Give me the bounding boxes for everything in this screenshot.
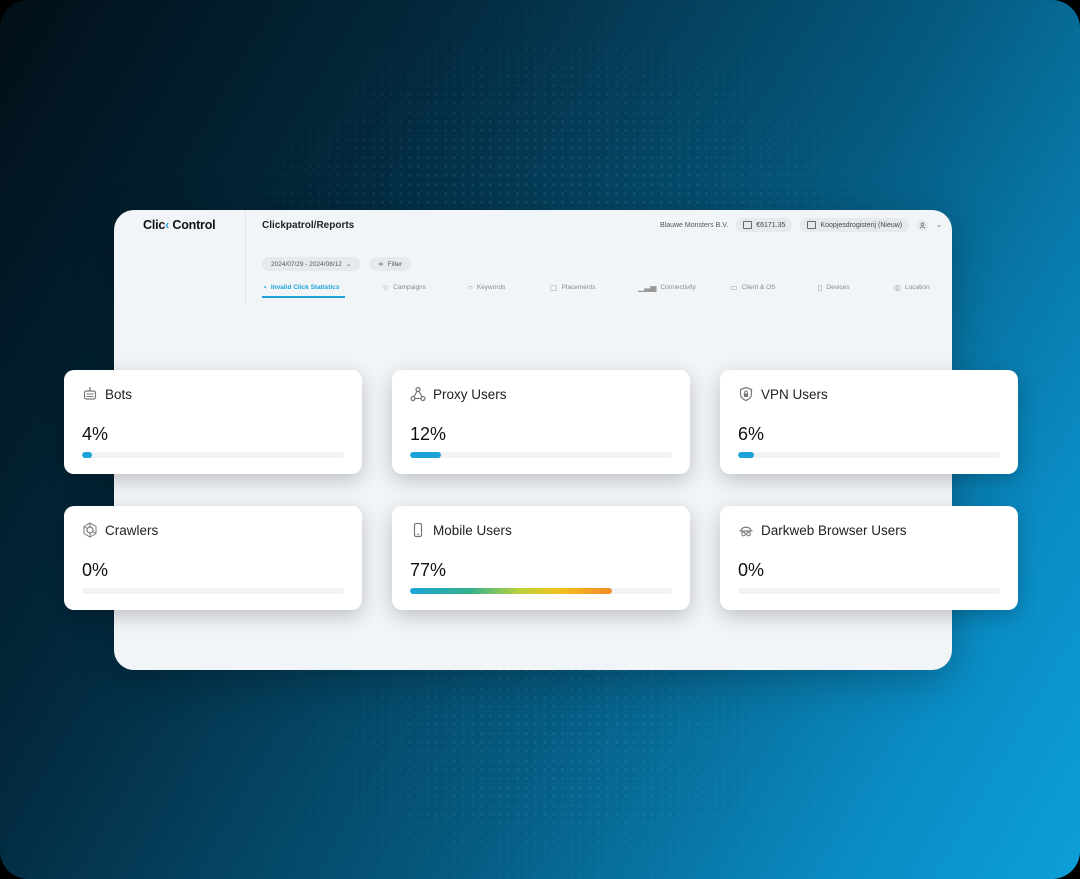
- lock-icon: [738, 386, 754, 402]
- progress-fill: [738, 452, 754, 458]
- card-value: 6%: [738, 424, 765, 444]
- campaign-icon: ☆: [382, 283, 390, 292]
- logo-left: Clic: [143, 218, 166, 232]
- mobile-icon: [410, 522, 426, 538]
- progress-track: [82, 588, 344, 594]
- chevron-down-icon: ⌄: [345, 261, 352, 268]
- tab-label: Campaigns: [393, 284, 427, 291]
- card-title: Crawlers: [105, 522, 159, 538]
- progress-track: [738, 588, 1000, 594]
- filter-button[interactable]: ≑ Filter: [369, 257, 412, 271]
- logo[interactable]: Clic‹ Control: [143, 218, 216, 232]
- tab-client-os[interactable]: ▭ Client & OS: [730, 283, 776, 292]
- filter-icon: ≑: [378, 261, 384, 268]
- date-range-picker[interactable]: 2024/07/29 - 2024/08/12 ⌄: [262, 257, 361, 271]
- chevron-down-icon[interactable]: ⌄: [936, 221, 942, 229]
- sidebar: Clic‹ Control: [114, 210, 246, 305]
- stat-card-darkweb-browser-users[interactable]: Darkweb Browser Users 0%: [720, 506, 1018, 610]
- card-header: Crawlers: [82, 522, 158, 538]
- device-icon: ▯: [818, 283, 823, 292]
- page-title: Clickpatrol/Reports: [262, 220, 355, 231]
- stat-card-mobile-users[interactable]: Mobile Users 77%: [392, 506, 690, 610]
- card-value: 77%: [410, 560, 447, 580]
- active-tab-underline: [262, 296, 345, 298]
- logo-right: Control: [172, 218, 216, 232]
- card-title: Bots: [105, 386, 133, 402]
- placement-icon: ▢: [550, 283, 558, 292]
- card-title: Mobile Users: [433, 522, 512, 538]
- pie-icon: ◔: [262, 283, 267, 292]
- account-name: Koopjesdrogisterij (Nieuw): [820, 221, 903, 229]
- tab-location[interactable]: ◎ Location: [894, 283, 930, 292]
- pin-icon: ◎: [894, 283, 901, 292]
- filters-row: 2024/07/29 - 2024/08/12 ⌄ ≑ Filter: [262, 257, 412, 271]
- card-header: Proxy Users: [410, 386, 507, 402]
- tab-label: Invalid Click Statistics: [270, 284, 340, 291]
- tab-placements[interactable]: ▢ Placements: [550, 283, 596, 292]
- signal-icon: ▁▃▅: [638, 283, 657, 292]
- tabs-bar: ◔ Invalid Click Statistics ☆ Campaigns ○…: [262, 283, 942, 299]
- spy-icon: [738, 522, 754, 538]
- spider-icon: [82, 522, 98, 538]
- filter-label: Filter: [387, 260, 403, 268]
- user-avatar-icon[interactable]: [917, 219, 929, 231]
- stat-card-vpn-users[interactable]: VPN Users 6%: [720, 370, 1018, 474]
- tab-label: Location: [904, 284, 930, 291]
- tab-label: Client & OS: [741, 284, 776, 291]
- tab-devices[interactable]: ▯ Devices: [818, 283, 850, 292]
- card-header: Bots: [82, 386, 132, 402]
- progress-fill: [410, 452, 442, 458]
- card-value: 0%: [82, 560, 109, 580]
- network-icon: [410, 386, 426, 402]
- stat-card-crawlers[interactable]: Crawlers 0%: [64, 506, 362, 610]
- account-pill[interactable]: Koopjesdrogisterij (Nieuw): [800, 218, 910, 232]
- search-icon: ○: [468, 283, 473, 292]
- tab-connectivity[interactable]: ▁▃▅ Connectivity: [638, 283, 696, 292]
- balance-value: €6171.35: [756, 221, 786, 229]
- tab-label: Keywords: [476, 284, 506, 291]
- progress-fill: [410, 588, 612, 594]
- card-value: 12%: [410, 424, 447, 444]
- balance-pill[interactable]: €6171.35: [736, 218, 793, 232]
- robot-icon: [82, 386, 98, 402]
- card-value: 0%: [738, 560, 765, 580]
- tab-label: Connectivity: [660, 284, 696, 291]
- logo-mark: ‹: [165, 218, 170, 232]
- card-title: Darkweb Browser Users: [761, 522, 907, 538]
- progress-track: [738, 452, 1000, 458]
- card-value: 4%: [82, 424, 109, 444]
- wallet-icon: [743, 221, 753, 229]
- progress-track: [410, 588, 672, 594]
- card-title: VPN Users: [761, 386, 828, 402]
- tab-label: Devices: [826, 284, 850, 291]
- card-header: Darkweb Browser Users: [738, 522, 907, 538]
- progress-track: [410, 452, 672, 458]
- stat-card-bots[interactable]: Bots 4%: [64, 370, 362, 474]
- card-header: Mobile Users: [410, 522, 512, 538]
- company-name: Blauwe Monsters B.V.: [659, 221, 729, 229]
- card-title: Proxy Users: [433, 386, 507, 402]
- account-icon: [807, 221, 817, 229]
- tab-keywords[interactable]: ○ Keywords: [468, 283, 505, 292]
- stat-card-proxy-users[interactable]: Proxy Users 12%: [392, 370, 690, 474]
- top-right-bar: Blauwe Monsters B.V. €6171.35 Koopjesdro…: [660, 218, 942, 232]
- tab-label: Placements: [561, 284, 596, 291]
- card-header: VPN Users: [738, 386, 828, 402]
- tab-campaigns[interactable]: ☆ Campaigns: [382, 283, 426, 292]
- progress-fill: [82, 452, 93, 458]
- progress-track: [82, 452, 344, 458]
- tab-invalid-click-statistics[interactable]: ◔ Invalid Click Statistics: [262, 283, 345, 298]
- monitor-icon: ▭: [730, 283, 738, 292]
- date-range-value: 2024/07/29 - 2024/08/12: [271, 260, 342, 268]
